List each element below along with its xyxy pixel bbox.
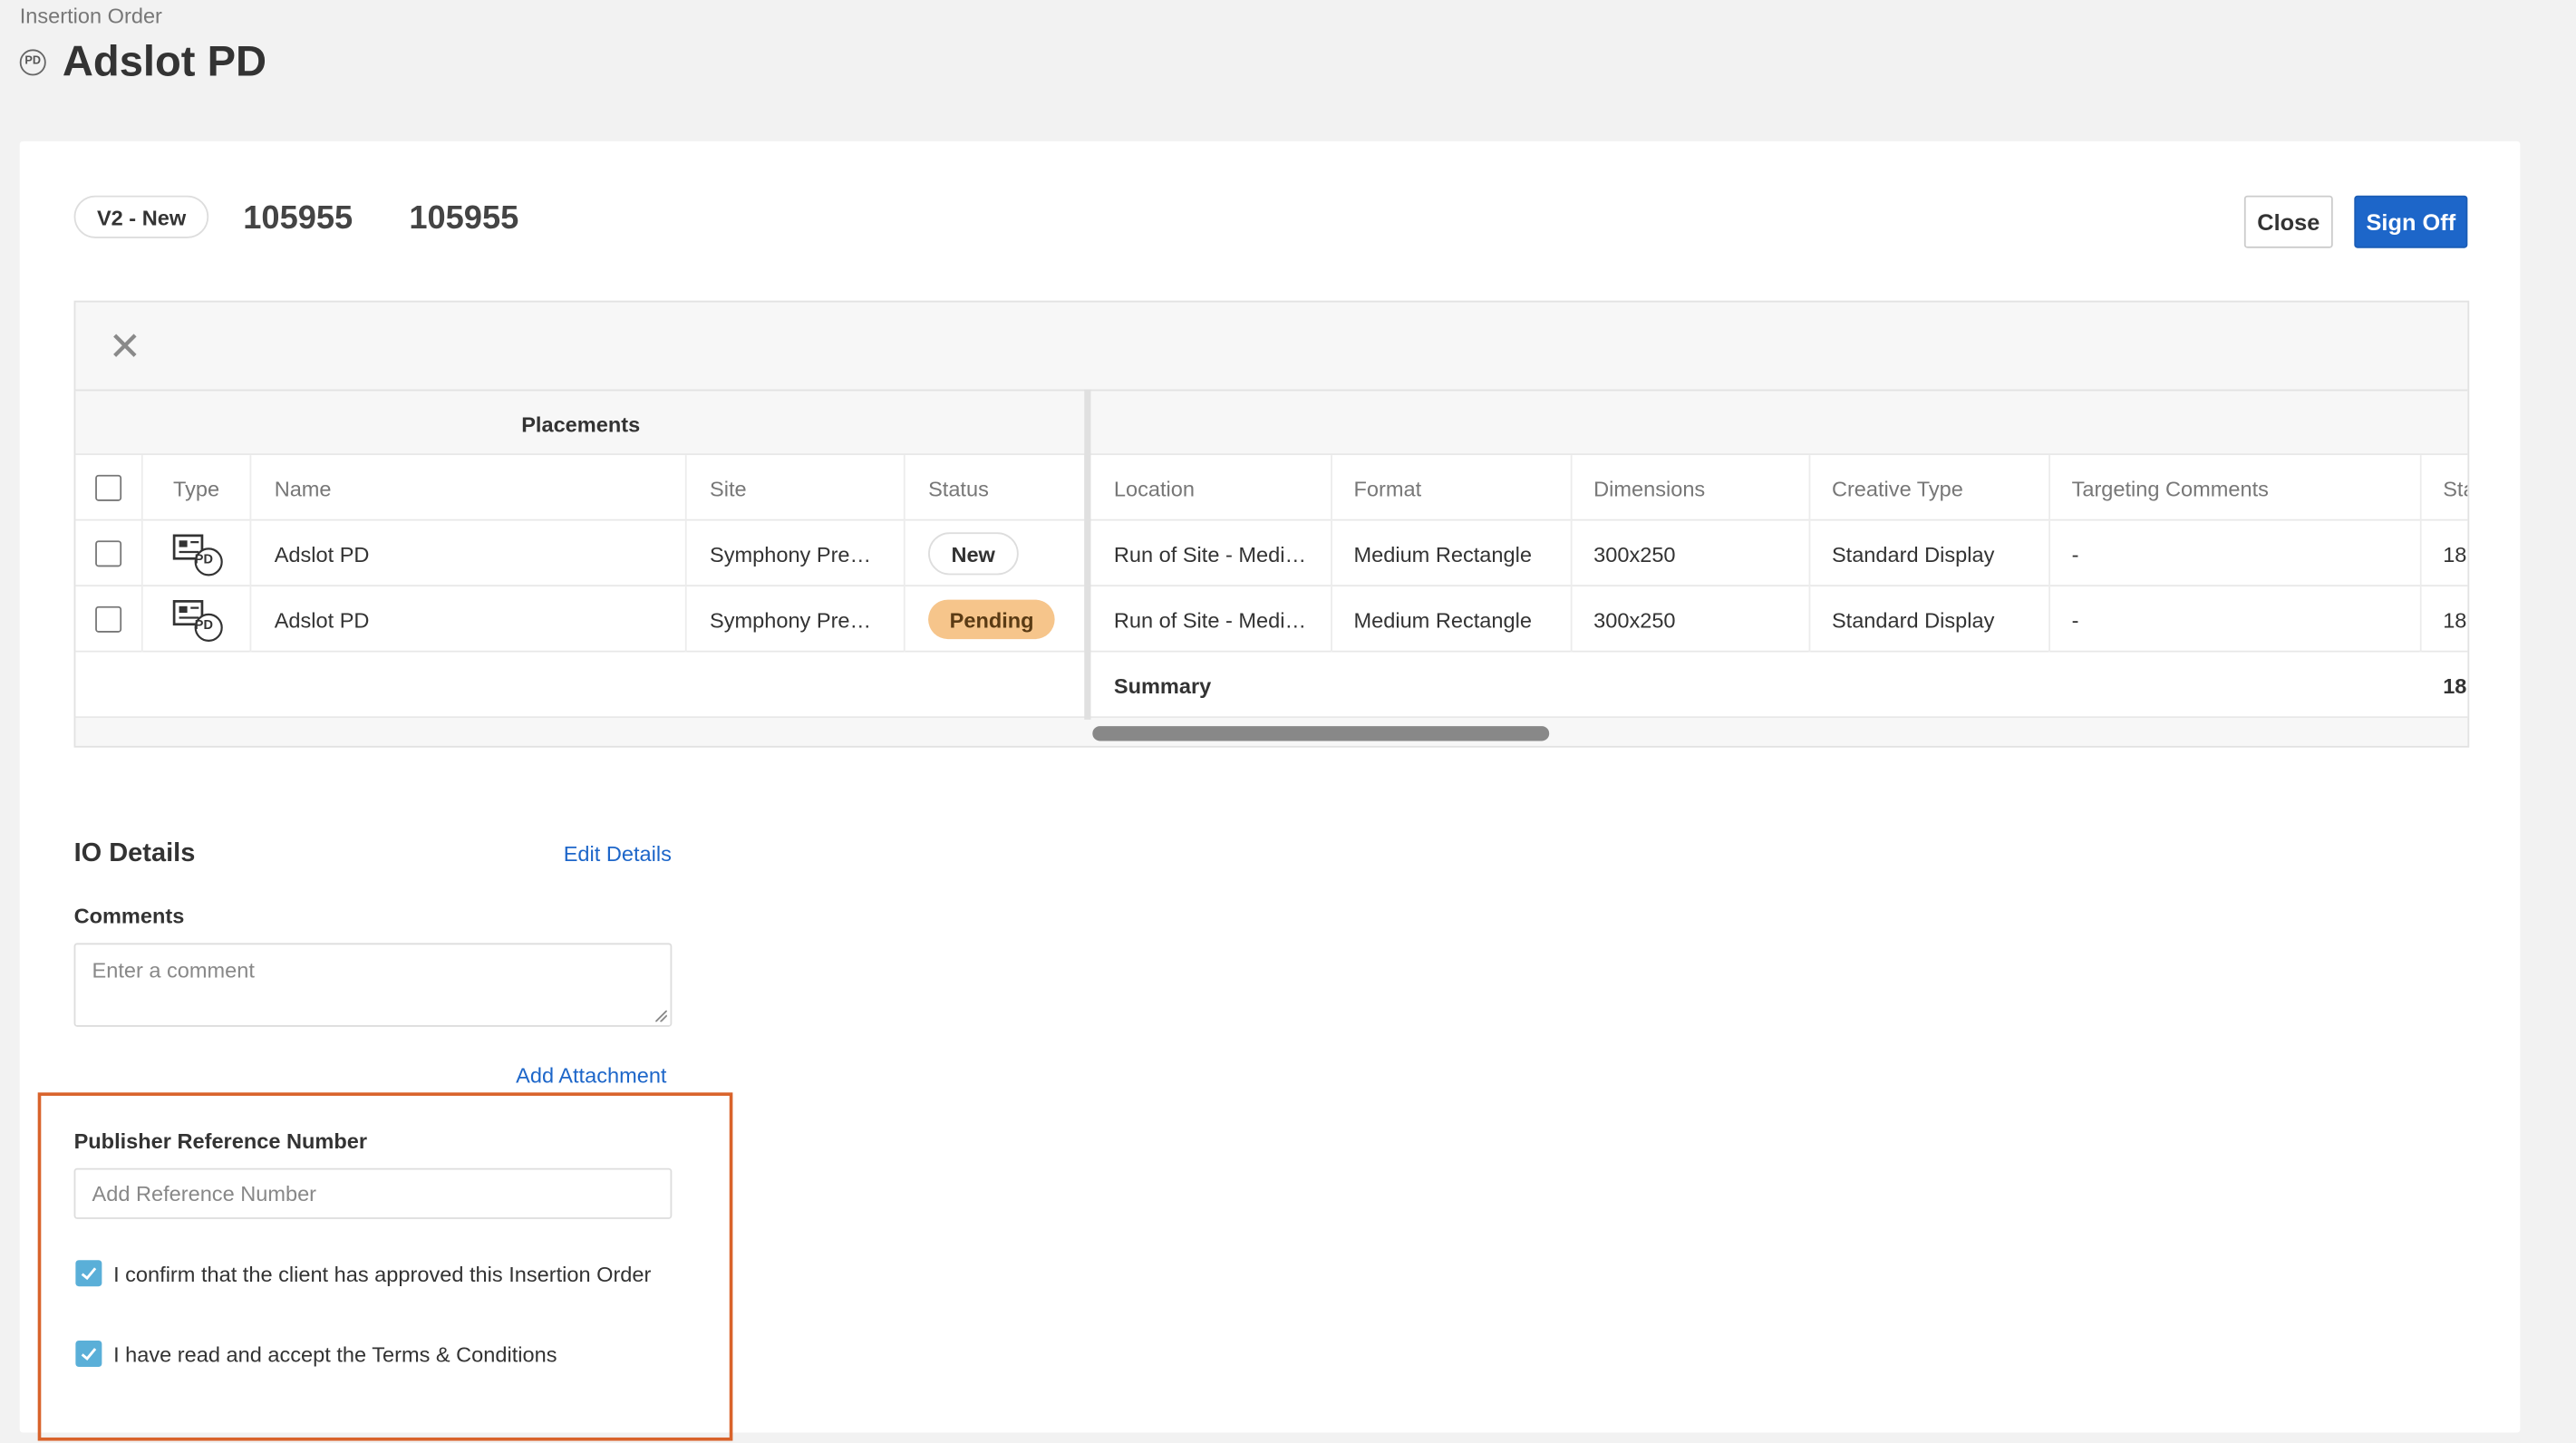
row-select-cell <box>75 520 143 587</box>
resize-handle-icon[interactable] <box>655 1010 667 1022</box>
add-attachment-link[interactable]: Add Attachment <box>516 1063 666 1088</box>
dimensions-cell: 300x250 <box>1573 586 1811 653</box>
page-header: PD Adslot PD <box>19 35 267 87</box>
status-badge: Pending <box>928 599 1056 640</box>
display-pd-icon: PD <box>171 600 222 642</box>
status-badge: New <box>928 532 1019 576</box>
col-header-location[interactable]: Location <box>1091 455 1332 521</box>
summary-label: Summary <box>1113 673 1212 698</box>
comments-label: Comments <box>73 903 185 929</box>
creative-type-cell: Standard Display <box>1810 586 2050 653</box>
edit-details-link[interactable]: Edit Details <box>564 841 672 866</box>
io-number-secondary: 105955 <box>409 200 519 237</box>
col-header-name[interactable]: Name <box>251 455 687 521</box>
comment-field[interactable]: Enter a comment <box>73 943 673 1027</box>
creative-type-cell: Standard Display <box>1810 520 2050 587</box>
row-checkbox[interactable] <box>95 605 122 633</box>
format-cell: Medium Rectangle <box>1332 586 1573 653</box>
placements-group-header: Placements <box>521 412 641 437</box>
col-header-targeting-comments[interactable]: Targeting Comments <box>2050 455 2422 521</box>
grid-body: Placements Type Name Site Status Locatio… <box>75 389 2468 746</box>
pd-badge-text: PD <box>194 617 213 633</box>
summary-value: 18 <box>2443 673 2467 698</box>
col-header-truncated[interactable]: Sta <box>2422 455 2467 521</box>
targeting-cell: - <box>2050 586 2422 653</box>
format-cell: Medium Rectangle <box>1332 520 1573 587</box>
status-cell: New <box>905 520 1087 587</box>
display-pd-icon: PD <box>171 534 222 576</box>
sign-off-button[interactable]: Sign Off <box>2354 195 2468 248</box>
name-cell: Adslot PD <box>251 586 687 653</box>
extra-cell: 18 <box>2443 606 2467 632</box>
table-row[interactable]: PD Adslot PD Symphony Pre… New Run of Si… <box>75 520 2468 587</box>
highlight-annotation <box>37 1092 733 1441</box>
location-cell: Run of Site - Medi… <box>1091 586 1332 653</box>
pinned-column-divider[interactable] <box>1084 389 1091 720</box>
col-header-type[interactable]: Type <box>143 455 252 521</box>
col-header-status[interactable]: Status <box>905 455 1087 521</box>
row-checkbox[interactable] <box>95 540 122 567</box>
col-header-dimensions[interactable]: Dimensions <box>1573 455 1811 521</box>
col-header-site[interactable]: Site <box>687 455 905 521</box>
row-select-cell <box>75 586 143 653</box>
column-header-row: Type Name Site Status Location Format Di… <box>75 455 2468 521</box>
close-icon[interactable]: ✕ <box>109 328 141 368</box>
dimensions-cell: 300x250 <box>1573 520 1811 587</box>
col-header-format[interactable]: Format <box>1332 455 1573 521</box>
group-header-row: Placements <box>75 389 2468 456</box>
type-cell: PD <box>143 586 252 653</box>
comment-placeholder: Enter a comment <box>92 957 255 983</box>
page-title: Adslot PD <box>62 35 267 86</box>
status-cell: Pending <box>905 586 1087 653</box>
placements-grid: ✕ Placements Type Name Site Status Locat… <box>73 300 2470 748</box>
io-number: 105955 <box>243 200 353 237</box>
version-badge: V2 - New <box>73 195 209 238</box>
extra-cell: 18 <box>2443 541 2467 567</box>
select-all-cell <box>75 455 143 521</box>
location-cell: Run of Site - Medi… <box>1091 520 1332 587</box>
horizontal-scrollbar[interactable] <box>1090 719 2468 746</box>
select-all-checkbox[interactable] <box>95 474 122 501</box>
type-cell: PD <box>143 520 252 587</box>
close-button[interactable]: Close <box>2243 195 2333 248</box>
name-cell: Adslot PD <box>251 520 687 587</box>
breadcrumb: Insertion Order <box>19 3 162 28</box>
table-row[interactable]: PD Adslot PD Symphony Pre… Pending Run o… <box>75 586 2468 653</box>
site-cell: Symphony Pre… <box>687 586 905 653</box>
scrollbar-thumb[interactable] <box>1092 726 1550 741</box>
targeting-cell: - <box>2050 520 2422 587</box>
io-details-title: IO Details <box>73 839 196 867</box>
pd-icon: PD <box>19 48 46 75</box>
site-cell: Symphony Pre… <box>687 520 905 587</box>
summary-row: Summary 18 <box>75 652 2468 719</box>
col-header-creative-type[interactable]: Creative Type <box>1810 455 2050 521</box>
pd-badge-text: PD <box>194 552 213 567</box>
